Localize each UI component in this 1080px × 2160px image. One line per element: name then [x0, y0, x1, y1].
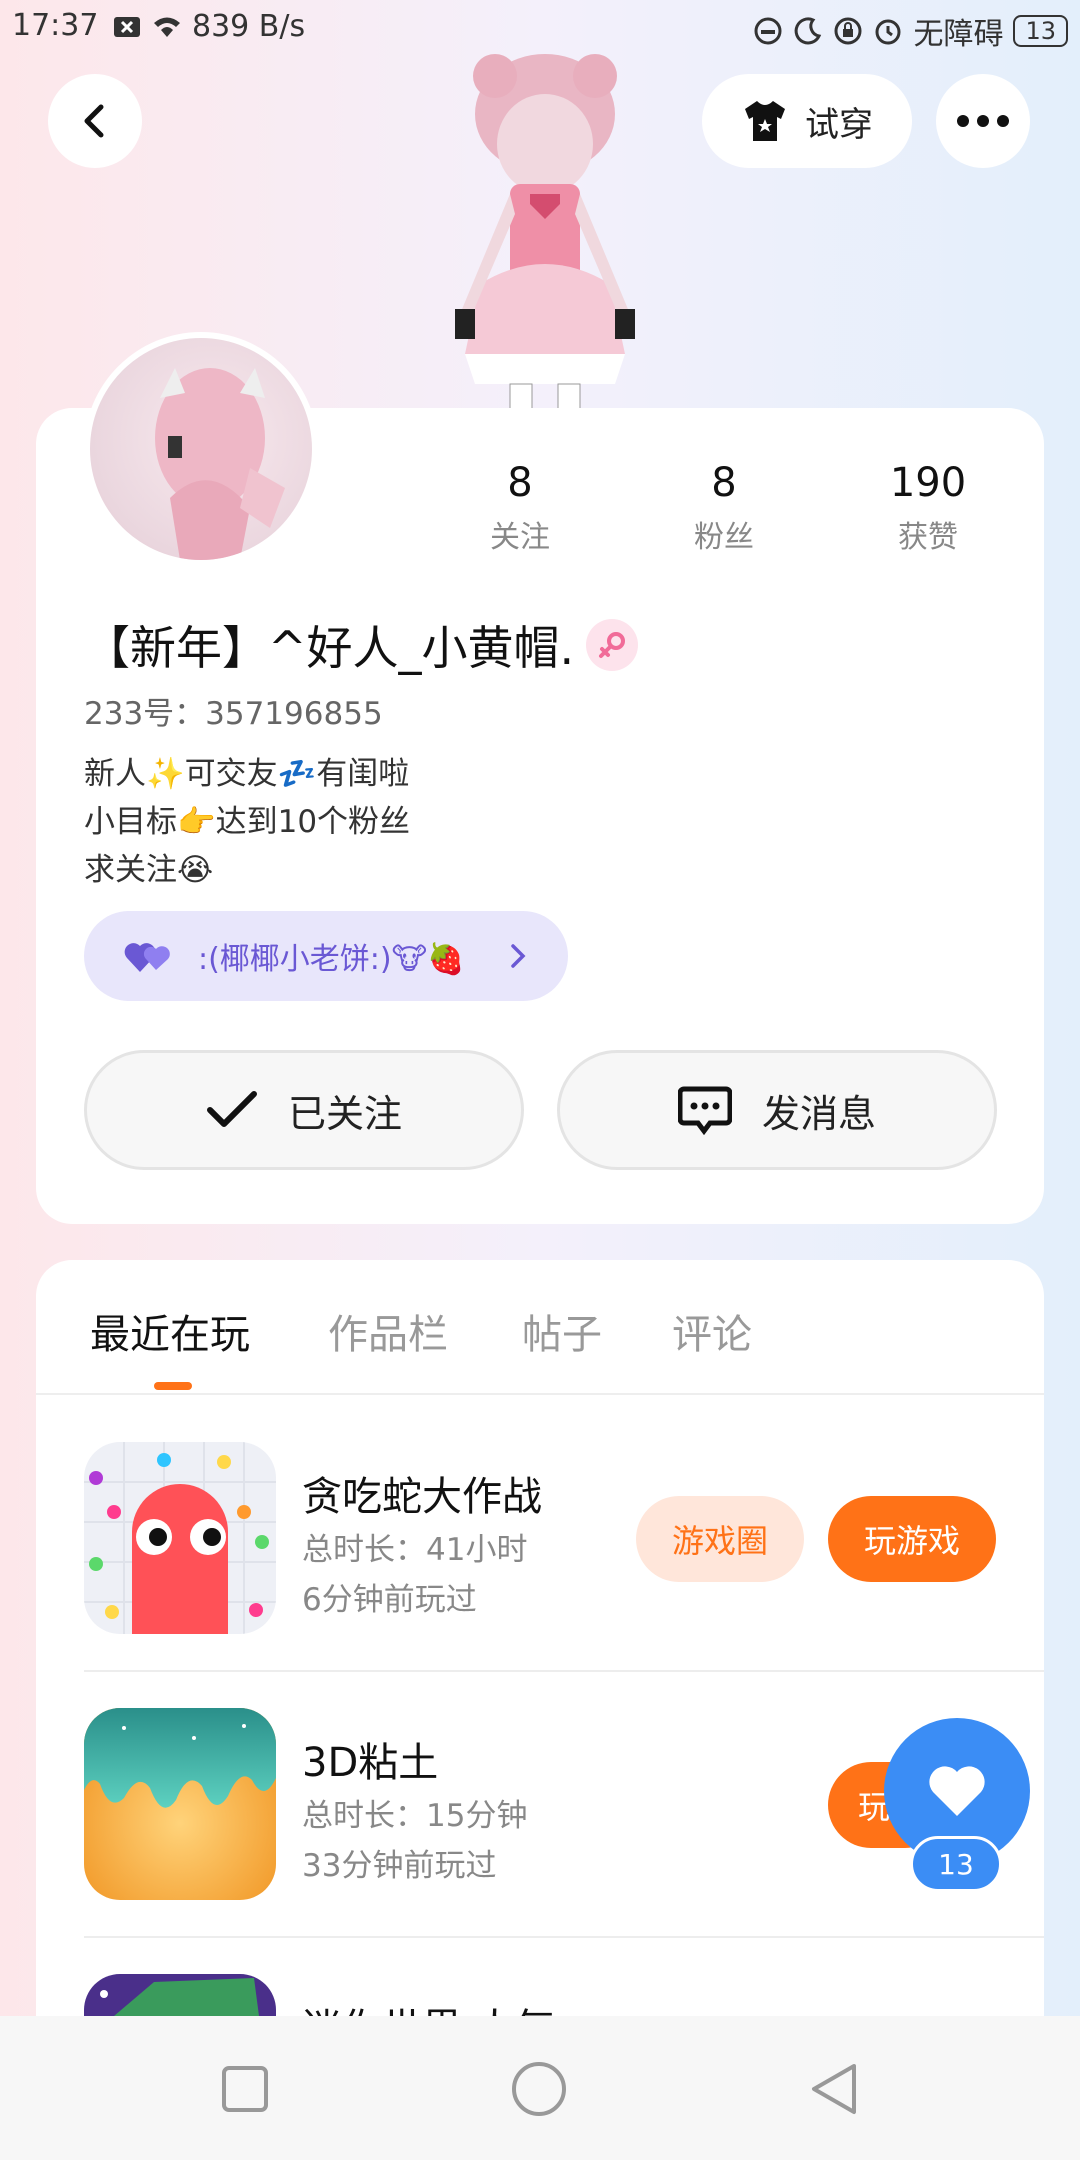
- stat-label: 获赞: [898, 520, 958, 555]
- accessibility-label: 无障碍: [913, 17, 1004, 52]
- divider: [84, 1936, 1044, 1938]
- battery-indicator: 13: [1013, 15, 1068, 47]
- try-on-button[interactable]: 试穿: [702, 74, 912, 168]
- heart-icon: [929, 1766, 985, 1816]
- tab-indicator: [154, 1382, 192, 1390]
- avatar-image: [155, 368, 285, 560]
- game-last-played: 33分钟前玩过: [302, 1848, 497, 1884]
- followed-button[interactable]: 已关注: [84, 1050, 524, 1170]
- stat-following[interactable]: 8 关注: [440, 460, 600, 556]
- play-game-button[interactable]: 玩游戏: [828, 1496, 996, 1582]
- send-message-label: 发消息: [761, 1091, 876, 1136]
- back-button[interactable]: [48, 74, 142, 168]
- moon-icon: [795, 17, 822, 45]
- status-right-icons: 无障碍 13: [753, 9, 1068, 53]
- game-duration: 总时长：41小时: [302, 1532, 528, 1568]
- game-last-played: 6分钟前玩过: [302, 1582, 477, 1618]
- username: 【新年】^好人_小黄帽.: [84, 612, 639, 678]
- avatar-character-image: [455, 54, 635, 410]
- stat-num: 190: [889, 460, 967, 506]
- alarm-icon: [875, 19, 901, 45]
- username-text: 【新年】^好人_小黄帽.: [84, 621, 575, 675]
- recent-apps-icon[interactable]: [220, 2064, 270, 2114]
- tab-comments[interactable]: 评论: [672, 1302, 752, 1360]
- more-dots-icon: [957, 115, 1009, 127]
- chevron-right-icon: [511, 944, 526, 968]
- lock-rotation-icon: [834, 17, 862, 45]
- cp-text: :(椰椰小老饼:)🐮🍓: [198, 942, 465, 977]
- game-icon-3d-clay[interactable]: [84, 1708, 276, 1900]
- status-left-icons: 839 B/s: [112, 9, 305, 44]
- status-bar: 17:37 839 B/s 无障碍 13: [0, 0, 1080, 56]
- game-circle-button[interactable]: 游戏圈: [636, 1496, 804, 1582]
- hd-icon: [754, 17, 782, 45]
- net-speed: 839 B/s: [192, 9, 306, 44]
- game-name[interactable]: 迷你世界 人气: [302, 1996, 555, 2016]
- game-name[interactable]: 3D粘土: [302, 1730, 438, 1788]
- stat-followers[interactable]: 8 粉丝: [644, 460, 804, 556]
- stat-label: 关注: [490, 520, 550, 555]
- divider: [84, 1670, 1044, 1672]
- stat-label: 粉丝: [694, 520, 754, 555]
- send-message-button[interactable]: 发消息: [557, 1050, 997, 1170]
- bio-line: 求关注😭: [84, 852, 214, 888]
- game-duration: 总时长：15分钟: [302, 1798, 528, 1834]
- female-icon: [586, 619, 639, 671]
- cp-relationship-pill[interactable]: :(椰椰小老饼:)🐮🍓: [84, 911, 568, 1001]
- stat-likes[interactable]: 190 获赞: [848, 460, 1008, 556]
- wifi-icon: [154, 17, 180, 37]
- followed-label: 已关注: [287, 1091, 402, 1136]
- game-name[interactable]: 贪吃蛇大作战: [302, 1464, 542, 1522]
- try-on-label: 试穿: [805, 104, 873, 145]
- tab-works[interactable]: 作品栏: [328, 1302, 448, 1360]
- tab-recently-played[interactable]: 最近在玩: [90, 1302, 250, 1360]
- status-time: 17:37: [12, 8, 99, 43]
- divider: [36, 1393, 1044, 1395]
- home-icon[interactable]: [510, 2060, 568, 2118]
- user-id: 233号：357196855: [84, 696, 383, 732]
- game-icon-snake[interactable]: [84, 1442, 276, 1634]
- more-button[interactable]: [936, 74, 1030, 168]
- tshirt-icon: [745, 101, 785, 141]
- game-icon-mini-world[interactable]: [84, 1974, 276, 2016]
- stat-num: 8: [507, 460, 533, 506]
- double-heart-icon: [124, 943, 170, 972]
- stat-num: 8: [711, 460, 737, 506]
- back-nav-icon[interactable]: [808, 2060, 860, 2118]
- chat-bubble-icon: [677, 1086, 732, 1135]
- chevron-left-icon: [84, 104, 104, 138]
- check-icon: [206, 1091, 257, 1127]
- notification-x-icon: [114, 16, 140, 37]
- bio-line: 新人✨可交友💤有闺啦: [84, 756, 410, 792]
- system-nav-bar: [0, 2016, 1080, 2160]
- tab-posts[interactable]: 帖子: [522, 1302, 602, 1360]
- avatar[interactable]: [84, 332, 318, 566]
- bio-line: 小目标👉达到10个粉丝: [84, 804, 411, 840]
- like-count-badge: 13: [910, 1836, 1002, 1892]
